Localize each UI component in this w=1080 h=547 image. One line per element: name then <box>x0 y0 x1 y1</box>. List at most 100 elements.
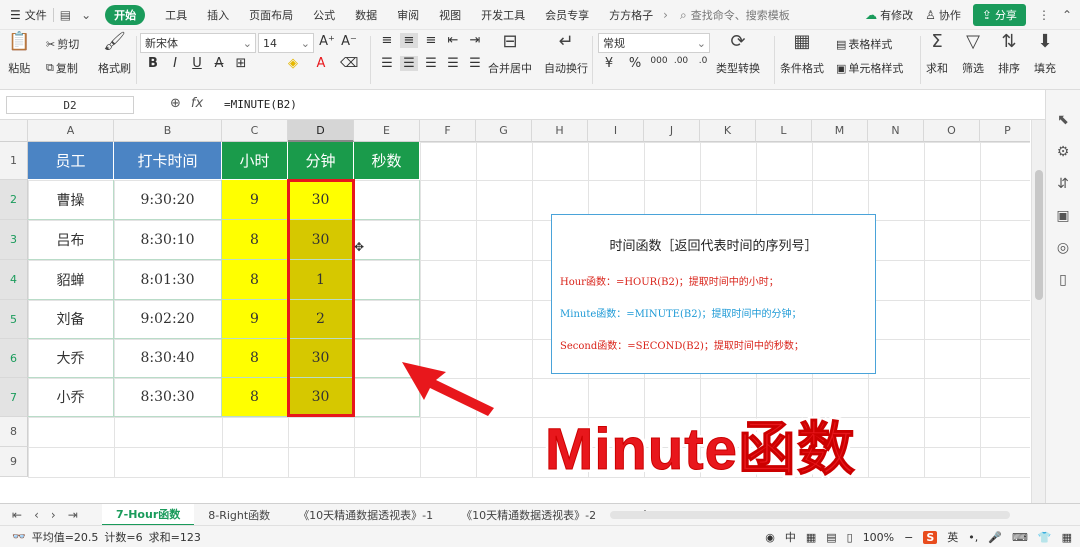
cond-format-button[interactable]: ▦ 条件格式 <box>780 32 824 76</box>
row-header-7[interactable]: 7 <box>0 378 28 417</box>
zoom-level[interactable]: 100% <box>863 531 894 544</box>
zoom-out-icon[interactable]: − <box>904 531 913 544</box>
percent-icon[interactable]: % <box>626 56 644 71</box>
tab-home[interactable]: 开始 <box>105 4 146 25</box>
column-header-e[interactable]: E <box>354 120 420 142</box>
save-icon[interactable]: ▤ <box>60 9 71 21</box>
row-header-1[interactable]: 1 <box>0 142 28 180</box>
type-convert-button[interactable]: ⟳ 类型转换 <box>716 32 760 76</box>
table-cell[interactable]: 8:01:30 <box>114 260 222 300</box>
page-break-icon[interactable]: ▯ <box>847 531 853 544</box>
table-cell[interactable]: 8 <box>222 260 288 300</box>
font-name-select[interactable]: 新宋体 ⌄ <box>140 33 256 53</box>
row-header-3[interactable]: 3 <box>0 220 28 260</box>
column-header-c[interactable]: C <box>222 120 288 142</box>
table-cell[interactable]: 8 <box>222 220 288 260</box>
horizontal-scrollbar[interactable] <box>610 511 1010 519</box>
punctuation-icon[interactable]: •, <box>968 531 978 544</box>
border-icon[interactable]: ⊞ <box>232 56 250 71</box>
adjust-icon[interactable]: ⇵ <box>1057 176 1069 192</box>
table-cell[interactable]: 大乔 <box>28 339 114 378</box>
next-sheet-icon[interactable]: › <box>51 508 56 522</box>
cut-button[interactable]: ✂ 剪切 <box>46 36 79 52</box>
table-header-cell[interactable]: 分钟 <box>288 142 354 180</box>
status-ime-lang[interactable]: 英 <box>947 529 958 545</box>
column-header-n[interactable]: N <box>868 120 924 142</box>
sheet-tab-hour[interactable]: 7-Hour函数 <box>102 503 195 526</box>
table-cell[interactable]: 8 <box>222 378 288 417</box>
collab-button[interactable]: ♙ 协作 <box>925 7 961 23</box>
page-layout-icon[interactable]: ▤ <box>826 531 836 544</box>
column-header-f[interactable]: F <box>420 120 476 142</box>
table-cell[interactable]: 貂蝉 <box>28 260 114 300</box>
align-center-icon[interactable]: ☰ <box>400 56 418 71</box>
align-bottom-icon[interactable]: ≡ <box>422 33 440 48</box>
tab-insert[interactable]: 插入 <box>207 7 229 23</box>
tab-page-layout[interactable]: 页面布局 <box>249 7 293 23</box>
keyboard-icon[interactable]: ⌨ <box>1012 531 1028 544</box>
apps-icon[interactable]: ▦ <box>1062 531 1072 544</box>
sort-button[interactable]: ⇅ 排序 <box>998 32 1020 76</box>
table-cell[interactable] <box>354 260 420 300</box>
chevron-right-icon[interactable]: › <box>663 9 668 21</box>
strikethrough-icon[interactable]: A <box>210 56 228 71</box>
tab-review[interactable]: 审阅 <box>397 7 419 23</box>
cursor-icon[interactable]: ⬉ <box>1057 112 1069 128</box>
last-sheet-icon[interactable]: ⇥ <box>68 508 78 522</box>
cell-style-button[interactable]: ▣ 单元格样式 <box>836 60 903 76</box>
format-painter-button[interactable]: 🖌 格式刷 <box>98 32 131 76</box>
row-header-9[interactable]: 9 <box>0 447 28 477</box>
distribute-icon[interactable]: ☰ <box>466 56 484 71</box>
column-header-m[interactable]: M <box>812 120 868 142</box>
tab-developer[interactable]: 开发工具 <box>481 7 525 23</box>
number-format-select[interactable]: 常规 ⌄ <box>598 33 710 53</box>
underline-icon[interactable]: U <box>188 56 206 71</box>
table-header-cell[interactable]: 秒数 <box>354 142 420 180</box>
table-cell[interactable]: 8 <box>222 339 288 378</box>
name-box[interactable]: D2 <box>6 96 134 114</box>
row-header-5[interactable]: 5 <box>0 300 28 339</box>
decrease-decimal-icon[interactable]: .0 <box>694 56 712 66</box>
sheet-tab-right[interactable]: 8-Right函数 <box>194 504 284 526</box>
column-header-j[interactable]: J <box>644 120 700 142</box>
align-left-icon[interactable]: ☰ <box>378 56 396 71</box>
column-header-l[interactable]: L <box>756 120 812 142</box>
column-header-g[interactable]: G <box>476 120 532 142</box>
align-middle-icon[interactable]: ≡ <box>400 33 418 48</box>
justify-icon[interactable]: ☰ <box>444 56 462 71</box>
settings-icon[interactable]: ⚙ <box>1057 144 1070 160</box>
tab-view[interactable]: 视图 <box>439 7 461 23</box>
decrease-font-icon[interactable]: A⁻ <box>340 34 358 49</box>
status-ime-mode[interactable]: 中 <box>785 529 796 545</box>
fill-button[interactable]: ⬇ 填充 <box>1034 32 1056 76</box>
more-icon[interactable]: ⋮ <box>1038 9 1050 21</box>
table-cell[interactable]: 曹操 <box>28 180 114 220</box>
row-header-4[interactable]: 4 <box>0 260 28 300</box>
first-sheet-icon[interactable]: ⇤ <box>12 508 22 522</box>
corner-select-all[interactable] <box>0 120 28 142</box>
paste-button[interactable]: 📋 粘贴 <box>8 32 30 76</box>
tab-member[interactable]: 会员专享 <box>545 7 589 23</box>
fill-color-icon[interactable]: ◈ <box>284 56 302 71</box>
info-textbox[interactable]: 时间函数［返回代表时间的序列号］ Hour函数：=HOUR(B2)；提取时间中的… <box>551 214 876 374</box>
prev-sheet-icon[interactable]: ‹ <box>34 508 39 522</box>
vertical-scrollbar[interactable] <box>1031 120 1045 503</box>
has-changes-button[interactable]: ☁ 有修改 <box>865 7 913 23</box>
currency-icon[interactable]: ¥ <box>600 56 618 71</box>
chevron-down-icon[interactable]: ⌄ <box>81 9 91 21</box>
table-header-cell[interactable]: 员工 <box>28 142 114 180</box>
skin-icon[interactable]: 👕 <box>1038 531 1052 544</box>
fx-icon[interactable]: fx <box>191 96 203 111</box>
sheet-tab-pivot-2[interactable]: 《10天精通数据透视表》-2 <box>447 504 610 526</box>
sheet-tab-pivot-1[interactable]: 《10天精通数据透视表》-1 <box>284 504 447 526</box>
increase-font-icon[interactable]: A⁺ <box>318 34 336 49</box>
row-header-8[interactable]: 8 <box>0 417 28 447</box>
location-icon[interactable]: ◎ <box>1057 240 1069 256</box>
column-header-i[interactable]: I <box>588 120 644 142</box>
collapse-icon[interactable]: ⌃ <box>1062 9 1072 21</box>
sum-button[interactable]: Σ 求和 <box>926 32 948 76</box>
mic-icon[interactable]: 🎤 <box>988 531 1002 544</box>
table-cell[interactable]: 9 <box>222 180 288 220</box>
tab-data[interactable]: 数据 <box>355 7 377 23</box>
table-cell[interactable]: 刘备 <box>28 300 114 339</box>
